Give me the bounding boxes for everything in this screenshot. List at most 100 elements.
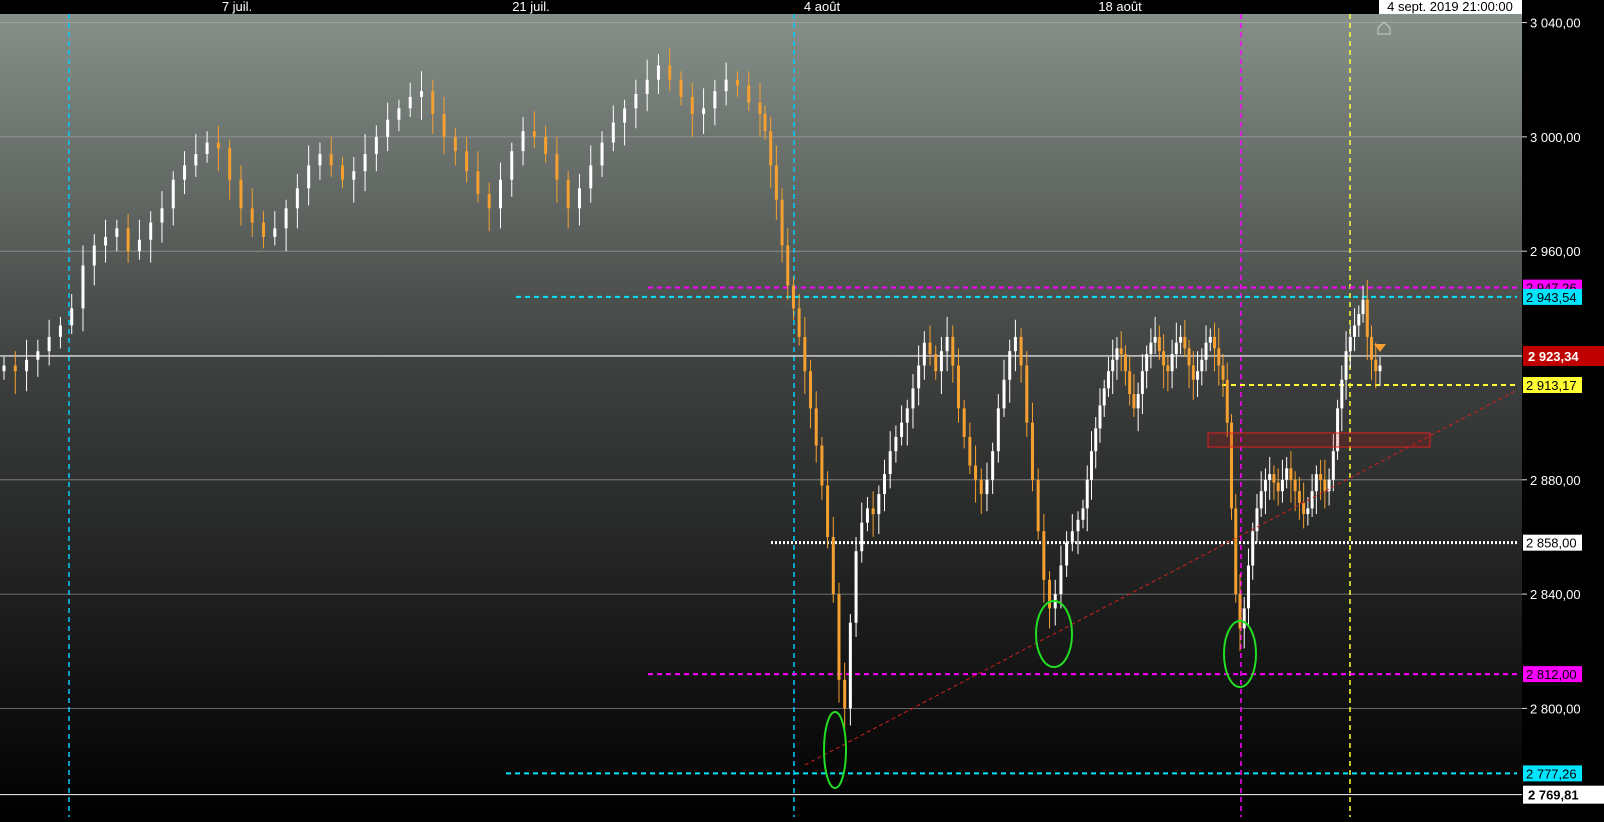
x-tick-label-2: 4 août bbox=[804, 0, 841, 14]
candle-body-34 bbox=[386, 119, 390, 137]
candle-body-44 bbox=[498, 179, 502, 209]
y-axis-band bbox=[1522, 0, 1604, 817]
candle-body-31 bbox=[352, 171, 356, 180]
candle-body-128 bbox=[1098, 405, 1102, 429]
candle-body-153 bbox=[1204, 342, 1208, 360]
candle-body-3 bbox=[36, 351, 40, 360]
candle-body-62 bbox=[702, 108, 706, 115]
candle-body-10 bbox=[115, 228, 119, 237]
candle-body-77 bbox=[814, 408, 818, 446]
candle-body-80 bbox=[831, 536, 835, 595]
candle-body-129 bbox=[1102, 388, 1106, 406]
candle-body-139 bbox=[1145, 354, 1149, 372]
x-tick-label-0: 7 juil. bbox=[222, 0, 252, 14]
price-chart[interactable]: 7 juil. 21 juil. 4 août 18 août 4 sept. 2019… bbox=[0, 0, 1604, 817]
candle-body-55 bbox=[623, 108, 627, 123]
candle-body-185 bbox=[1340, 379, 1344, 409]
candle-body-87 bbox=[871, 508, 875, 515]
candle-body-109 bbox=[996, 408, 1000, 452]
candle-body-122 bbox=[1070, 531, 1074, 543]
candle-body-39 bbox=[442, 114, 446, 137]
candle-body-11 bbox=[126, 228, 130, 252]
candle-body-92 bbox=[900, 422, 904, 437]
candle-body-140 bbox=[1149, 342, 1153, 355]
candle-body-9 bbox=[104, 236, 108, 246]
candle-body-56 bbox=[634, 94, 638, 109]
candle-body-103 bbox=[962, 408, 966, 437]
candle-body-167 bbox=[1263, 479, 1267, 492]
candle-body-86 bbox=[865, 508, 869, 523]
x-tick-label-3: 18 août bbox=[1098, 0, 1142, 14]
candle-body-166 bbox=[1259, 491, 1263, 509]
candle-body-187 bbox=[1348, 336, 1352, 352]
candle-body-85 bbox=[860, 522, 864, 552]
candle-body-38 bbox=[431, 91, 435, 115]
candle-body-161 bbox=[1238, 594, 1242, 629]
y-tick-label-3: 2 880,00 bbox=[1530, 473, 1581, 488]
candle-body-179 bbox=[1314, 474, 1318, 492]
candle-body-105 bbox=[974, 465, 978, 480]
candle-body-23 bbox=[262, 222, 266, 237]
candle-body-120 bbox=[1059, 565, 1063, 595]
candle-body-98 bbox=[934, 354, 938, 372]
candle-body-84 bbox=[854, 551, 858, 623]
candle-body-112 bbox=[1013, 336, 1017, 352]
candle-body-155 bbox=[1213, 336, 1217, 349]
candle-body-35 bbox=[397, 108, 401, 120]
candle-body-74 bbox=[797, 308, 801, 337]
last-price-label: 2 923,34 bbox=[1528, 349, 1579, 364]
candle-body-171 bbox=[1280, 479, 1284, 492]
candle-body-4 bbox=[47, 336, 51, 352]
candle-body-15 bbox=[171, 179, 175, 209]
candle-body-32 bbox=[363, 154, 367, 172]
candle-body-142 bbox=[1157, 336, 1161, 352]
candle-body-194 bbox=[1378, 365, 1382, 372]
candle-body-165 bbox=[1255, 508, 1259, 532]
candle-body-99 bbox=[939, 351, 943, 372]
candle-body-138 bbox=[1140, 371, 1144, 395]
candle-body-174 bbox=[1293, 479, 1297, 492]
bottom-value-label: 2 769,81 bbox=[1528, 788, 1579, 803]
candle-body-72 bbox=[786, 245, 790, 286]
candle-body-54 bbox=[611, 122, 615, 143]
candle-body-43 bbox=[487, 194, 491, 209]
candle-body-91 bbox=[894, 436, 898, 452]
candle-body-144 bbox=[1166, 365, 1170, 372]
candle-body-147 bbox=[1179, 336, 1183, 343]
candle-body-78 bbox=[820, 445, 824, 486]
candle-body-79 bbox=[826, 485, 830, 537]
candle-body-158 bbox=[1225, 379, 1229, 423]
candle-body-131 bbox=[1111, 359, 1115, 372]
candle-body-36 bbox=[408, 96, 412, 109]
y-tick-label-2: 2 960,00 bbox=[1530, 244, 1581, 259]
candle-body-90 bbox=[888, 451, 892, 475]
candle-body-2 bbox=[25, 359, 29, 372]
candle-body-146 bbox=[1174, 342, 1178, 355]
candle-body-16 bbox=[183, 165, 187, 180]
candle-body-53 bbox=[600, 142, 604, 166]
candle-body-70 bbox=[774, 165, 778, 200]
candle-body-190 bbox=[1361, 299, 1365, 315]
candle-body-69 bbox=[769, 131, 773, 166]
candle-body-193 bbox=[1374, 359, 1378, 372]
candle-body-97 bbox=[928, 342, 932, 355]
chart-canvas[interactable]: 7 juil. 21 juil. 4 août 18 août 4 sept. 2019… bbox=[0, 0, 1604, 817]
candle-body-0 bbox=[2, 365, 6, 372]
candle-body-50 bbox=[566, 179, 570, 209]
candle-body-47 bbox=[532, 131, 536, 137]
candle-body-57 bbox=[645, 79, 649, 95]
candle-body-191 bbox=[1365, 299, 1369, 337]
candle-body-64 bbox=[724, 79, 728, 92]
candle-body-30 bbox=[341, 165, 345, 180]
candle-body-22 bbox=[250, 208, 254, 223]
candle-body-102 bbox=[956, 365, 960, 409]
candle-body-136 bbox=[1132, 394, 1136, 409]
candle-body-173 bbox=[1289, 468, 1293, 480]
candle-body-143 bbox=[1162, 351, 1166, 366]
candle-body-151 bbox=[1196, 371, 1200, 380]
candle-body-111 bbox=[1008, 351, 1012, 380]
candle-body-83 bbox=[848, 622, 852, 709]
candle-body-133 bbox=[1119, 348, 1123, 355]
candle-body-67 bbox=[758, 102, 762, 115]
candle-body-73 bbox=[791, 285, 795, 309]
